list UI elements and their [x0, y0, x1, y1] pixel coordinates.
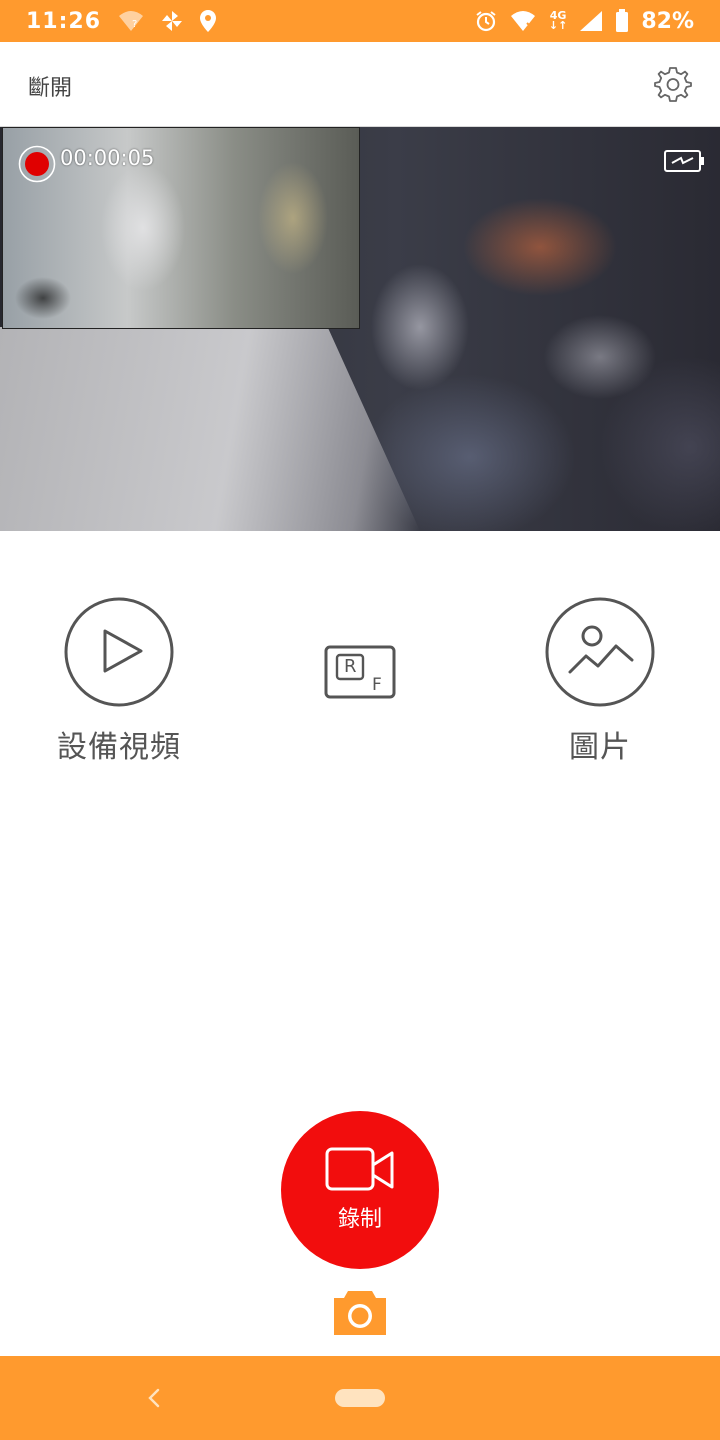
- status-bar-left: 11:26 ?: [0, 9, 217, 34]
- gear-icon[interactable]: [654, 65, 692, 103]
- wifi-x-icon: [510, 11, 535, 31]
- camera-preview[interactable]: 00:00:05: [0, 127, 720, 531]
- record-button[interactable]: 錄制: [281, 1111, 439, 1269]
- pictures-label: 圖片: [569, 730, 631, 765]
- rf-letter-f: F: [372, 675, 382, 695]
- record-dot-icon: [18, 145, 56, 183]
- device-video-action[interactable]: 設備視頻: [55, 596, 183, 766]
- app-header: 斷開: [0, 42, 720, 127]
- home-pill-icon[interactable]: [335, 1389, 385, 1407]
- charging-battery-icon: [664, 150, 704, 172]
- record-timer: 00:00:05: [60, 146, 155, 170]
- status-bar-right: 4G ↓↑ 82%: [475, 9, 720, 34]
- status-bar: 11:26 ? 4G ↓↑ 82%: [0, 0, 720, 42]
- image-icon[interactable]: [544, 596, 656, 708]
- battery-icon: [616, 9, 629, 32]
- alarm-icon: [476, 11, 496, 32]
- camera-icon[interactable]: [334, 1289, 386, 1335]
- device-video-label: 設備視頻: [57, 730, 181, 765]
- network-type-indicator: 4G ↓↑: [548, 10, 568, 32]
- rf-switch-button[interactable]: R F: [324, 645, 398, 701]
- wifi-icon: ?: [119, 11, 144, 31]
- location-icon: [200, 10, 217, 32]
- record-label: 錄制: [337, 1207, 382, 1232]
- battery-percent: 82%: [641, 8, 694, 34]
- play-icon[interactable]: [63, 596, 175, 708]
- video-camera-icon: [325, 1147, 394, 1191]
- status-time: 11:26: [26, 8, 102, 34]
- pinwheel-icon: [162, 11, 183, 31]
- back-icon[interactable]: [142, 1384, 166, 1412]
- pictures-action[interactable]: 圖片: [536, 596, 664, 766]
- svg-text:?: ?: [132, 19, 137, 30]
- rf-icon[interactable]: [324, 645, 398, 701]
- navigation-bar: [0, 1356, 720, 1440]
- disconnect-button[interactable]: 斷開: [28, 70, 72, 102]
- data-arrows-icon: ↓↑: [548, 19, 568, 32]
- rf-letter-r: R: [344, 656, 357, 677]
- signal-icon: [580, 11, 603, 31]
